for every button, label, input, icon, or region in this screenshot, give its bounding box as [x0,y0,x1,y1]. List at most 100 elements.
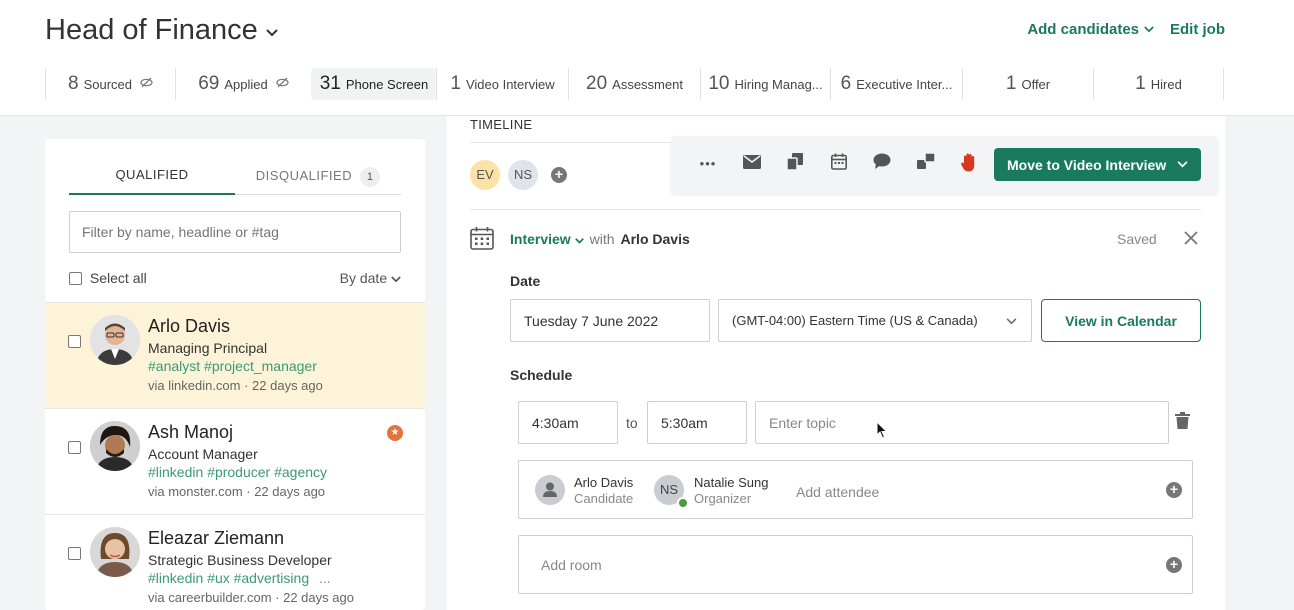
attendee-role: Candidate [574,491,634,506]
candidate-card[interactable]: Arlo Davis Managing Principal #analyst #… [45,302,425,408]
candidate-name[interactable]: Arlo Davis [148,316,230,337]
tab-timeline[interactable]: TIMELINE [470,117,532,132]
calendar-icon [470,226,494,250]
edit-job-link[interactable]: Edit job [1170,21,1225,38]
candidate-card[interactable]: Ash Manoj ★ Account Manager #linkedin #p… [45,408,425,514]
attendees-box: Arlo Davis Candidate NS Natalie Sung Org… [518,460,1193,519]
stage-hired[interactable]: 1 Hired [1093,68,1224,100]
tab-disqualified[interactable]: DISQUALIFIED 1 [235,165,401,194]
end-time-input[interactable]: 5:30am [647,401,747,444]
event-candidate-name: Arlo Davis [620,231,690,247]
stage-label: Executive Inter... [856,76,953,92]
online-status-dot [677,497,689,509]
timezone-select[interactable]: (GMT-04:00) Eastern Time (US & Canada) [718,299,1032,342]
add-attendee-icon[interactable]: + [1166,482,1182,498]
select-all-checkbox[interactable] [69,271,82,285]
add-follower-icon[interactable]: + [551,167,567,183]
start-time-input[interactable]: 4:30am [518,401,618,444]
candidate-list-panel: QUALIFIED DISQUALIFIED 1 Select all By d… [45,139,425,610]
disqualified-count-badge: 1 [360,167,381,187]
event-type-label: Interview [510,231,571,247]
candidate-checkbox[interactable] [68,335,81,348]
calendar-icon[interactable] [828,153,850,175]
move-button-label: Move to Video Interview [1007,156,1167,173]
stage-executive-interview[interactable]: 6 Executive Inter... [830,68,962,100]
stage-offer[interactable]: 1 Offer [962,68,1093,100]
attendee-role: Organizer [694,491,752,506]
trash-icon[interactable] [1175,412,1190,434]
stage-label: Hiring Manag... [734,76,823,92]
stage-label: Hired [1150,76,1182,92]
candidate-checkbox[interactable] [68,441,81,454]
save-status: Saved [1117,231,1157,247]
follower-avatar[interactable]: EV [470,160,500,190]
candidate-source: via monster.com · 22 days ago [148,484,326,499]
select-all[interactable]: Select all [69,270,147,286]
event-type-dropdown[interactable]: Interview [510,231,584,247]
close-icon[interactable] [1183,226,1199,252]
stage-count: 8 [68,73,79,94]
stage-count: 1 [1005,73,1017,94]
stage-hiring-manager[interactable]: 10 Hiring Manag... [700,68,830,100]
email-icon[interactable] [741,153,763,175]
chevron-down-icon [1006,314,1017,328]
candidate-source: via linkedin.com · 22 days ago [148,378,323,393]
add-attendee-input[interactable]: Add attendee [796,484,879,500]
stage-phone-screen[interactable]: 31 Phone Screen [311,68,436,100]
avatar [90,527,140,577]
to-label: to [626,415,638,431]
attendee-name: Arlo Davis [574,475,634,490]
chevron-down-icon [574,238,584,244]
date-input[interactable]: Tuesday 7 June 2022 [510,299,710,342]
more-tags-ellipsis[interactable]: ... [319,570,331,586]
divider [470,209,1201,210]
job-title-dropdown[interactable]: Head of Finance [45,14,278,47]
candidate-card[interactable]: Eleazar Ziemann Strategic Business Devel… [45,514,425,610]
tab-label: QUALIFIED [115,167,189,182]
sort-dropdown[interactable]: By date [340,270,401,286]
candidate-headline: Strategic Business Developer [148,552,332,568]
action-toolbar: ••• Move to Video Interview [671,136,1218,194]
chevron-down-icon [266,24,278,42]
date-label: Date [510,273,541,289]
stage-sourced[interactable]: 8 Sourced [45,68,175,100]
candidate-name[interactable]: Eleazar Ziemann [148,528,284,549]
person-icon [543,482,557,497]
avatar [535,475,565,505]
view-in-calendar-button[interactable]: View in Calendar [1041,299,1201,342]
candidate-detail-panel: TIMELINE EV NS + ••• Move to Video Inter… [447,116,1225,610]
move-to-stage-button[interactable]: Move to Video Interview [994,148,1201,181]
stage-count: 1 [1135,73,1146,94]
sort-label: By date [339,270,388,286]
candidate-tags: #linkedin #producer #agency [148,464,328,480]
eye-slash-icon [140,77,153,91]
topic-input[interactable]: Enter topic [755,401,1169,444]
add-room-input[interactable]: Add room + [518,535,1193,594]
stage-assessment[interactable]: 20 Assessment [568,68,700,100]
event-header: Interview with Arlo Davis [510,231,690,247]
stage-label: Phone Screen [345,76,429,92]
comment-icon[interactable] [871,153,893,175]
more-actions-icon[interactable]: ••• [697,153,719,175]
tab-qualified[interactable]: QUALIFIED [69,165,235,195]
candidate-tags: #linkedin #ux #advertising ... [148,570,331,586]
candidate-checkbox[interactable] [68,547,81,560]
stage-applied[interactable]: 69 Applied [175,68,311,100]
filter-input[interactable] [69,211,401,253]
add-candidates-button[interactable]: Add candidates [1027,21,1154,38]
add-room-label: Add room [541,556,602,573]
candidate-name[interactable]: Ash Manoj [148,422,233,443]
job-header: Head of Finance Add candidates Edit job … [0,0,1294,116]
follower-avatar[interactable]: NS [508,160,538,190]
schedule-label: Schedule [510,367,573,383]
add-room-icon[interactable]: + [1166,557,1182,573]
chevron-down-icon [1144,26,1154,33]
disqualify-hand-icon[interactable] [958,153,980,175]
stage-video-interview[interactable]: 1 Video Interview [436,68,568,100]
transfer-icon[interactable] [915,152,937,175]
stage-count: 20 [586,73,608,94]
qualification-tabs: QUALIFIED DISQUALIFIED 1 [69,165,401,195]
chevron-down-icon[interactable] [1163,148,1201,181]
copy-icon[interactable] [784,153,806,175]
tags-text: #linkedin #ux #advertising [148,570,310,586]
